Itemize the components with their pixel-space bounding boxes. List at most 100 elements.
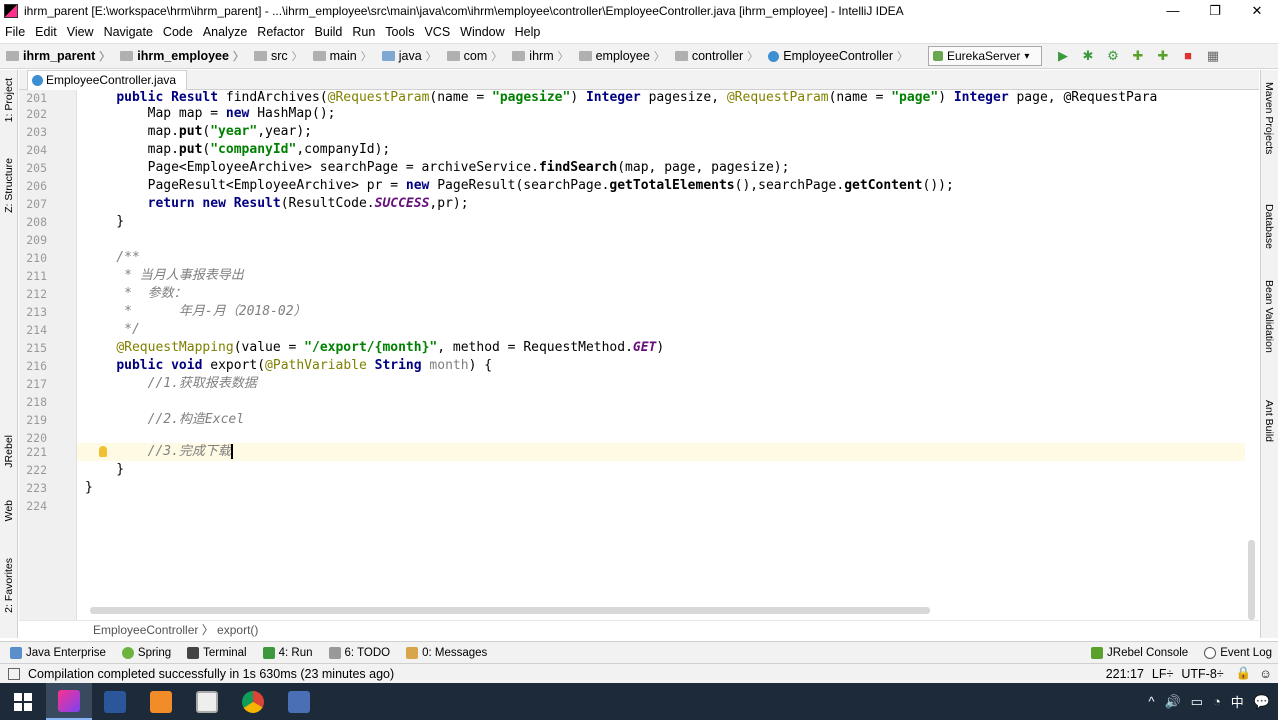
notifications-icon[interactable]: 💬 [1254,694,1270,710]
code-line: * 年月-月（2018-02） [85,304,307,319]
taskbar-word[interactable] [92,683,138,720]
crumb-ihrm-parent[interactable]: ihrm_parent 〉 [0,48,110,64]
network-icon[interactable]: ▭ [1191,694,1203,710]
crumb-controller[interactable]: controller 〉 [669,48,758,64]
jrebel-run-icon[interactable]: ✚ [1127,47,1149,65]
code-line: */ [85,322,140,337]
tool-terminal[interactable]: Terminal [187,646,247,659]
tray-expand-icon[interactable]: ^ [1148,694,1154,709]
menu-help[interactable]: Help [510,25,546,39]
title-bar: ihrm_parent [E:\workspace\hrm\ihrm_paren… [0,0,1278,22]
code-editor[interactable]: 201 202 203 204 205 206 207 208 209 210 … [19,90,1245,620]
menu-analyze[interactable]: Analyze [198,25,252,39]
tool-messages[interactable]: 0: Messages [406,646,487,659]
menu-window[interactable]: Window [455,25,509,39]
volume-icon[interactable]: 🔊 [1164,694,1180,710]
project-structure-icon[interactable]: ▦ [1202,47,1224,65]
lock-icon[interactable]: 🔒 [1236,666,1252,681]
tool-spring[interactable]: Spring [121,646,171,659]
ime-indicator[interactable]: 中 [1231,692,1244,711]
start-button[interactable] [0,683,46,720]
file-encoding[interactable]: UTF-8÷ [1181,667,1223,681]
code-line: } [85,462,125,477]
taskbar-app-orange[interactable] [138,683,184,720]
word-icon [104,690,126,713]
line-number: 208 [26,215,47,229]
caret-position[interactable]: 221:17 [1106,667,1144,681]
run-icon[interactable]: ▶ [1052,47,1074,65]
line-number: 206 [26,179,47,193]
tool-java-enterprise[interactable]: Java Enterprise [10,646,106,659]
tool-jrebel-console[interactable]: JRebel Console [1091,646,1188,659]
line-number: 209 [26,233,47,247]
crumb-src[interactable]: src 〉 [248,48,303,64]
menu-vcs[interactable]: VCS [419,25,455,39]
tool-maven-projects[interactable]: Maven Projects [1263,82,1275,154]
menu-navigate[interactable]: Navigate [99,25,158,39]
line-separator[interactable]: LF÷ [1152,667,1173,681]
minimize-button[interactable]: — [1152,0,1194,22]
code-line: } [85,214,125,229]
line-number: 221 [26,445,47,459]
package-icon [674,51,688,61]
run-configuration-select[interactable]: EurekaServer ▾ [928,46,1042,66]
menu-view[interactable]: View [62,25,99,39]
folder-icon [120,51,134,61]
tool-ant-build[interactable]: Ant Build [1263,400,1275,442]
line-number: 215 [26,341,47,355]
jrebel-debug-icon[interactable]: ✚ [1152,47,1174,65]
chrome-icon [242,690,264,713]
status-message[interactable]: Compilation completed successfully in 1s… [28,667,394,681]
tab-employee-controller[interactable]: EmployeeController.java [27,70,188,90]
menu-refactor[interactable]: Refactor [252,25,309,39]
line-number: 214 [26,323,47,337]
package-icon [446,51,460,61]
menu-bar: File Edit View Navigate Code Analyze Ref… [0,22,1278,42]
tool-todo[interactable]: 6: TODO [328,646,390,659]
tool-jrebel[interactable]: JRebel [3,435,15,468]
crumb-com[interactable]: com 〉 [441,48,502,64]
menu-code[interactable]: Code [158,25,198,39]
tool-favorites[interactable]: 2: Favorites [3,558,15,613]
close-button[interactable]: ✕ [1236,0,1278,22]
maximize-button[interactable]: ❐ [1194,0,1236,22]
wifi-icon[interactable]: ◔ [1213,694,1221,709]
crumb-ihrm-employee[interactable]: ihrm_employee 〉 [114,48,244,64]
line-number: 211 [26,269,47,283]
tool-structure[interactable]: Z: Structure [3,158,15,213]
taskbar-app-blue[interactable] [276,683,322,720]
coverage-icon[interactable]: ⚙ [1102,47,1124,65]
class-icon [768,50,780,62]
menu-edit[interactable]: Edit [30,25,62,39]
tool-database[interactable]: Database [1263,204,1275,249]
tool-run[interactable]: 4: Run [262,646,313,659]
code-line: /** [85,250,140,265]
editor-structure-breadcrumb[interactable]: EmployeeController 〉 export() [19,620,1259,638]
taskbar-intellij[interactable] [46,683,92,720]
stop-icon[interactable]: ■ [1177,47,1199,65]
tool-event-log[interactable]: Event Log [1204,646,1272,659]
menu-file[interactable]: File [0,25,30,39]
code-line: * 参数： [85,286,187,301]
menu-build[interactable]: Build [310,25,348,39]
inspector-icon[interactable]: ☺ [1259,667,1272,681]
navigation-bar: ihrm_parent 〉 ihrm_employee 〉 src 〉 main 〉 j… [0,43,1278,69]
crumb-main[interactable]: main 〉 [307,48,372,64]
editor-horizontal-scrollbar[interactable] [90,607,930,614]
taskbar-window[interactable] [184,683,230,720]
crumb-java[interactable]: java 〉 [376,48,437,64]
status-toggle-icon[interactable] [8,667,20,680]
tool-bean-validation[interactable]: Bean Validation [1263,280,1275,353]
crumb-ihrm[interactable]: ihrm 〉 [506,48,569,64]
crumb-employee-controller[interactable]: EmployeeController 〉 [762,48,908,64]
menu-run[interactable]: Run [347,25,380,39]
crumb-employee[interactable]: employee 〉 [573,48,665,64]
editor-vertical-scrollbar[interactable] [1248,540,1255,620]
taskbar-chrome[interactable] [230,683,276,720]
tool-web[interactable]: Web [3,500,15,521]
tool-project[interactable]: 1: Project [3,78,15,122]
event-log-icon [1204,646,1217,659]
menu-tools[interactable]: Tools [380,25,419,39]
windows-logo-icon [14,692,32,711]
debug-icon[interactable]: ✱ [1077,47,1099,65]
